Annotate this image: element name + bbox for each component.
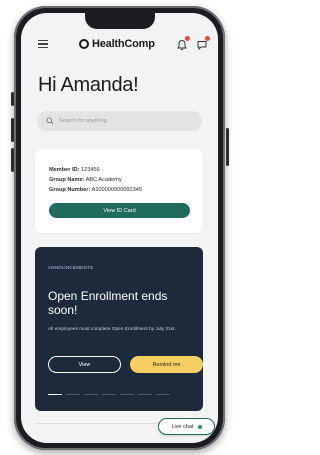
group-name-label: Group Name:	[49, 177, 85, 183]
live-chat-button[interactable]: Live chat	[158, 418, 215, 435]
phone-side-button	[11, 92, 14, 106]
group-number-row: Group Number: A100000000092345	[49, 187, 142, 193]
carousel-dot[interactable]	[120, 394, 134, 396]
member-id-label: Member ID:	[49, 167, 80, 173]
carousel-dot[interactable]	[84, 394, 98, 396]
view-button[interactable]: View	[48, 356, 121, 373]
announcement-title: Open Enrollment ends soon!	[48, 289, 168, 317]
live-chat-label: Live chat	[171, 423, 194, 430]
app-header: HealthComp	[21, 33, 218, 57]
notification-badge	[185, 36, 190, 41]
member-id-value: 123456	[81, 167, 100, 173]
brand-logo: HealthComp	[79, 38, 155, 50]
announcement-card: ANNOUNCEMENTS Open Enrollment ends soon!…	[35, 247, 203, 411]
remind-me-button[interactable]: Remind me	[130, 356, 203, 373]
phone-power-button	[226, 128, 229, 166]
message-icon[interactable]	[196, 36, 210, 51]
carousel-dot[interactable]	[48, 394, 62, 396]
search-bar[interactable]: Search for anything	[37, 111, 202, 131]
hamburger-menu-icon[interactable]	[38, 40, 48, 49]
carousel-dot[interactable]	[66, 394, 80, 396]
search-icon	[46, 117, 54, 125]
phone-notch	[85, 13, 155, 29]
carousel-pagination	[48, 394, 170, 396]
view-id-card-button[interactable]: View ID Card	[49, 203, 190, 218]
member-id-row: Member ID: 123456	[49, 167, 100, 173]
brand-name: HealthComp	[92, 38, 155, 50]
healthcomp-logo-icon	[79, 39, 89, 49]
greeting-heading: Hi Amanda!	[38, 74, 139, 96]
online-status-icon	[197, 424, 202, 429]
group-name-row: Group Name: ABC Academy	[49, 177, 122, 183]
phone-volume-up-button	[11, 118, 14, 142]
app-screen: HealthComp Hi Amanda! Search for anythin…	[21, 13, 218, 443]
carousel-dot[interactable]	[138, 394, 152, 396]
carousel-dot[interactable]	[156, 394, 170, 396]
message-badge	[205, 36, 210, 41]
announcement-body: All employees must complete Open Enrollm…	[48, 327, 176, 332]
member-card: Member ID: 123456 Group Name: ABC Academ…	[35, 149, 203, 233]
carousel-dot[interactable]	[102, 394, 116, 396]
bell-icon[interactable]	[176, 36, 190, 51]
group-number-value: A100000000092345	[91, 187, 142, 193]
group-name-value: ABC Academy	[85, 177, 122, 183]
group-number-label: Group Number:	[49, 187, 91, 193]
announcement-label: ANNOUNCEMENTS	[48, 265, 94, 270]
search-input[interactable]: Search for anything	[59, 118, 107, 124]
phone-volume-down-button	[11, 148, 14, 172]
